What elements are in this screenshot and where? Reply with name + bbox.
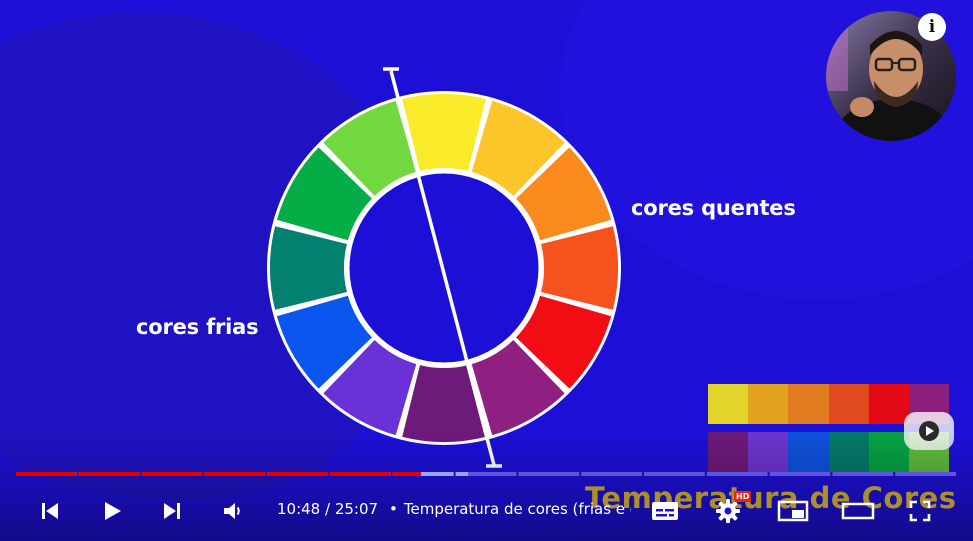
progress-played <box>141 472 203 476</box>
color-swatch <box>788 384 829 424</box>
progress-chapter-segment <box>518 472 580 476</box>
previous-button[interactable] <box>30 487 70 535</box>
subtitles-button[interactable] <box>645 487 685 535</box>
progress-chapter-segment <box>769 472 831 476</box>
theater-mode-icon <box>841 502 875 520</box>
progress-track <box>16 472 956 476</box>
total-duration: 25:07 <box>334 500 379 518</box>
miniplayer-button[interactable] <box>773 487 813 535</box>
progress-chapter-segment <box>832 472 894 476</box>
skip-previous-icon <box>42 503 58 519</box>
progress-played <box>330 472 391 476</box>
progress-played <box>78 472 140 476</box>
skip-next-icon <box>164 503 180 519</box>
warm-colors-label: cores quentes <box>631 196 796 220</box>
fullscreen-icon <box>909 500 931 522</box>
volume-icon <box>224 503 240 519</box>
time-display: 10:48 / 25:07 <box>277 500 378 518</box>
color-swatch <box>708 384 749 424</box>
subtitles-icon <box>652 502 678 520</box>
progress-chapter-segment <box>895 472 956 476</box>
fullscreen-button[interactable] <box>900 487 940 535</box>
time-separator: / <box>320 500 335 518</box>
current-time: 10:48 <box>277 500 321 518</box>
progress-chapter-segment <box>706 472 768 476</box>
progress-bar[interactable] <box>16 472 958 476</box>
info-button[interactable]: i <box>918 13 946 41</box>
color-swatch <box>748 384 789 424</box>
progress-chapter-segment <box>581 472 642 476</box>
next-button[interactable] <box>152 487 192 535</box>
theater-mode-button[interactable] <box>838 487 878 535</box>
miniplayer-icon <box>777 500 809 522</box>
chapter-separator-dot: • <box>389 500 398 518</box>
hd-badge: HD <box>734 491 752 502</box>
info-icon: i <box>928 17 936 37</box>
video-player[interactable]: cores quentes cores frias i Temperatura … <box>0 0 973 541</box>
chapter-title-text: Temperatura de cores (frias e quentes) <box>403 500 631 518</box>
progress-played <box>392 472 422 476</box>
play-icon <box>105 502 121 520</box>
color-swatch <box>828 384 869 424</box>
chapter-title[interactable]: • Temperatura de cores (frias e quentes) <box>389 500 631 518</box>
progress-played <box>267 472 328 476</box>
progress-chapter-segment <box>644 472 705 476</box>
progress-played <box>16 472 77 476</box>
color-swatch <box>868 384 909 424</box>
play-button[interactable] <box>92 487 132 535</box>
progress-played <box>204 472 266 476</box>
cool-colors-label: cores frias <box>136 315 259 339</box>
progress-buffered <box>455 472 469 476</box>
mute-button[interactable] <box>215 487 251 535</box>
